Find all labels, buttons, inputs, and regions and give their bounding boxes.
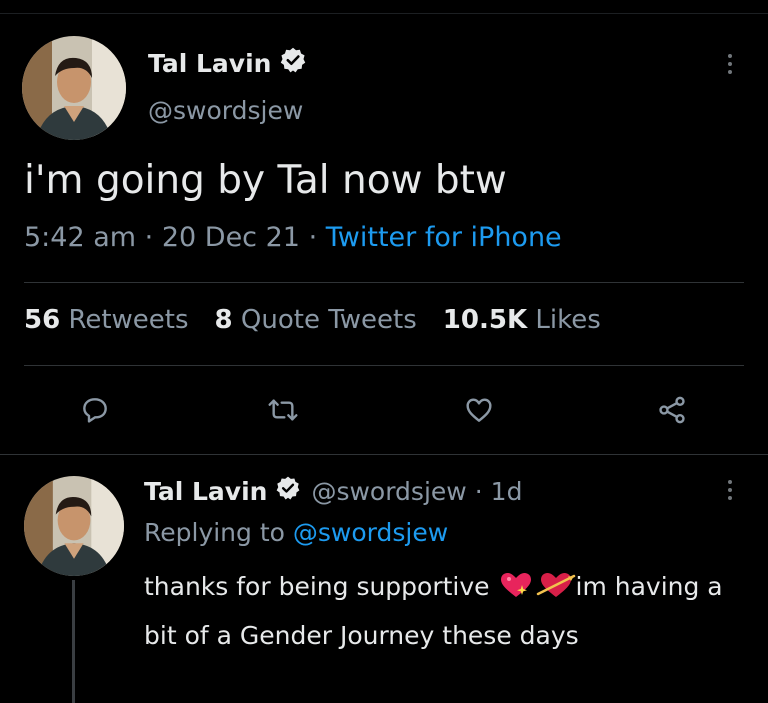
divider — [24, 365, 744, 366]
retweet-icon[interactable] — [261, 388, 305, 432]
tweet-time[interactable]: 5:42 am — [24, 222, 136, 253]
author-name-text[interactable]: Tal Lavin — [148, 49, 271, 78]
reply-avatar[interactable] — [24, 476, 124, 576]
quotes-label: Quote Tweets — [240, 305, 417, 335]
verified-badge-icon — [275, 475, 301, 507]
tweet-date[interactable]: 20 Dec 21 — [162, 222, 300, 253]
replying-to-handle[interactable]: @swordsjew — [293, 518, 448, 547]
like-icon[interactable] — [457, 388, 501, 432]
share-icon[interactable] — [650, 388, 694, 432]
reply-author-handle[interactable]: @swordsjew — [311, 477, 466, 506]
quote-tweets-stat[interactable]: 8 Quote Tweets — [215, 305, 417, 335]
meta-separator: · — [308, 222, 318, 253]
retweets-label: Retweets — [68, 305, 189, 335]
reply-text-part1: thanks for being supportive — [144, 572, 498, 601]
reply-more-options-icon[interactable] — [720, 480, 740, 500]
replying-label: Replying to — [144, 518, 285, 547]
tweet-text: i'm going by Tal now btw — [24, 158, 507, 203]
likes-label: Likes — [535, 305, 601, 335]
author-handle[interactable]: @swordsjew — [148, 96, 303, 125]
verified-badge-icon — [279, 46, 307, 80]
tweet-meta: 5:42 am · 20 Dec 21 · Twitter for iPhone — [24, 222, 562, 253]
likes-count: 10.5K — [442, 305, 528, 335]
reply-text: thanks for being supportive im having a … — [144, 565, 744, 658]
sparkling-heart-icon — [498, 570, 536, 614]
tweet-actions — [0, 388, 768, 432]
retweets-count: 56 — [24, 305, 61, 335]
divider — [24, 282, 744, 283]
top-divider — [0, 13, 768, 14]
replying-to: Replying to @swordsjew — [144, 518, 448, 547]
likes-stat[interactable]: 10.5K Likes — [443, 305, 601, 335]
tweet-source-link[interactable]: Twitter for iPhone — [326, 222, 562, 253]
reply-author-name[interactable]: Tal Lavin — [144, 477, 267, 506]
retweets-stat[interactable]: 56 Retweets — [24, 305, 189, 335]
heart-with-arrow-icon — [536, 570, 576, 614]
avatar[interactable] — [22, 36, 126, 140]
divider — [0, 454, 768, 455]
reply-icon[interactable] — [73, 388, 117, 432]
tweet-stats: 56 Retweets 8 Quote Tweets 10.5K Likes — [24, 305, 601, 335]
more-options-icon[interactable] — [720, 54, 740, 74]
quotes-count: 8 — [214, 305, 233, 335]
meta-separator: · — [144, 222, 154, 253]
thread-line — [72, 580, 75, 703]
reply-header: Tal Lavin @swordsjew · 1d — [144, 475, 522, 507]
tweet-detail-page: Tal Lavin @swordsjew i'm going by Tal no… — [0, 0, 768, 703]
author-name[interactable]: Tal Lavin — [148, 46, 307, 80]
reply-time[interactable]: 1d — [491, 477, 523, 506]
header-separator: · — [474, 476, 483, 506]
